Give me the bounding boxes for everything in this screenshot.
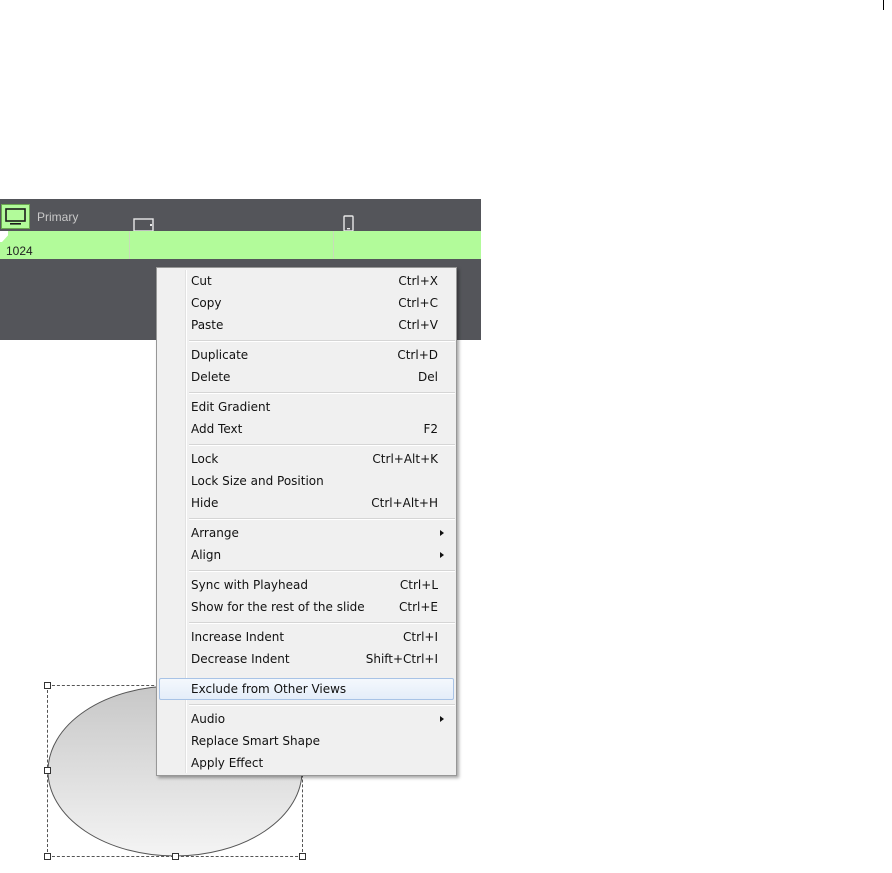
menu-label: Lock Size and Position <box>191 474 324 488</box>
menu-shortcut: Ctrl+C <box>398 296 438 310</box>
menu-label: Replace Smart Shape <box>191 734 320 748</box>
menu-item-paste[interactable]: Paste Ctrl+V <box>159 314 454 336</box>
ruler-divider <box>333 231 334 259</box>
menu-separator <box>189 570 455 572</box>
menu-item-lock[interactable]: Lock Ctrl+Alt+K <box>159 448 454 470</box>
menu-item-replace-smart-shape[interactable]: Replace Smart Shape <box>159 730 454 752</box>
menu-item-copy[interactable]: Copy Ctrl+C <box>159 292 454 314</box>
menu-shortcut: Ctrl+X <box>398 274 438 288</box>
menu-label: Arrange <box>191 526 239 540</box>
menu-separator <box>189 444 455 446</box>
menu-label: Audio <box>191 712 226 726</box>
menu-shortcut: Del <box>418 370 438 384</box>
menu-item-hide[interactable]: Hide Ctrl+Alt+H <box>159 492 454 514</box>
menu-label: Hide <box>191 496 219 510</box>
menu-item-exclude-other-views[interactable]: Exclude from Other Views <box>159 678 454 700</box>
menu-label: Align <box>191 548 222 562</box>
menu-separator <box>189 518 455 520</box>
menu-shortcut: Ctrl+I <box>403 630 438 644</box>
menu-separator <box>189 392 455 394</box>
menu-item-delete[interactable]: Delete Del <box>159 366 454 388</box>
menu-label: Lock <box>191 452 219 466</box>
resize-handle-top-left[interactable] <box>44 682 51 689</box>
resize-handle-bottom[interactable] <box>172 853 179 860</box>
desktop-icon <box>5 208 26 225</box>
menu-shortcut: Ctrl+D <box>397 348 438 362</box>
submenu-arrow-icon <box>440 530 444 536</box>
menu-shortcut: Shift+Ctrl+I <box>365 652 438 666</box>
menu-label: Cut <box>191 274 212 288</box>
window-edge-mark <box>883 0 884 10</box>
menu-label: Add Text <box>191 422 243 436</box>
menu-item-lock-size-position[interactable]: Lock Size and Position <box>159 470 454 492</box>
breakpoint-ruler[interactable]: 1024 <box>0 231 481 259</box>
menu-item-sync-playhead[interactable]: Sync with Playhead Ctrl+L <box>159 574 454 596</box>
menu-label: Delete <box>191 370 231 384</box>
breakpoint-width-label: 1024 <box>6 244 33 258</box>
menu-item-decrease-indent[interactable]: Decrease Indent Shift+Ctrl+I <box>159 648 454 670</box>
menu-item-align[interactable]: Align <box>159 544 454 566</box>
submenu-arrow-icon <box>440 716 444 722</box>
menu-item-cut[interactable]: Cut Ctrl+X <box>159 270 454 292</box>
resize-handle-left[interactable] <box>44 767 51 774</box>
menu-label: Edit Gradient <box>191 400 271 414</box>
menu-label: Decrease Indent <box>191 652 290 666</box>
menu-separator <box>189 340 455 342</box>
menu-separator <box>189 704 455 706</box>
menu-shortcut: Ctrl+V <box>398 318 438 332</box>
menu-label: Exclude from Other Views <box>191 682 347 696</box>
menu-label: Apply Effect <box>191 756 264 770</box>
menu-item-add-text[interactable]: Add Text F2 <box>159 418 454 440</box>
menu-label: Duplicate <box>191 348 249 362</box>
menu-label: Increase Indent <box>191 630 285 644</box>
menu-shortcut: Ctrl+L <box>399 578 438 592</box>
desktop-view-button[interactable] <box>1 204 30 229</box>
resize-handle-bottom-left[interactable] <box>44 853 51 860</box>
menu-item-arrange[interactable]: Arrange <box>159 522 454 544</box>
menu-item-edit-gradient[interactable]: Edit Gradient <box>159 396 454 418</box>
context-menu: Cut Ctrl+X Copy Ctrl+C Paste Ctrl+V Dupl… <box>156 267 457 776</box>
menu-label: Show for the rest of the slide <box>191 600 365 614</box>
menu-item-apply-effect[interactable]: Apply Effect <box>159 752 454 774</box>
menu-label: Paste <box>191 318 224 332</box>
menu-separator <box>189 622 455 624</box>
menu-shortcut: Ctrl+E <box>399 600 438 614</box>
submenu-arrow-icon <box>440 552 444 558</box>
menu-shortcut: F2 <box>423 422 438 436</box>
menu-shortcut: Ctrl+Alt+K <box>372 452 438 466</box>
menu-item-show-rest[interactable]: Show for the rest of the slide Ctrl+E <box>159 596 454 618</box>
ruler-divider <box>129 231 130 259</box>
primary-view-label: Primary <box>37 210 79 224</box>
menu-label: Copy <box>191 296 222 310</box>
tablet-icon <box>133 218 154 232</box>
resize-handle-bottom-right[interactable] <box>299 853 306 860</box>
view-bar: Primary <box>0 199 481 232</box>
menu-shortcut: Ctrl+Alt+H <box>371 496 438 510</box>
menu-item-audio[interactable]: Audio <box>159 708 454 730</box>
menu-label: Sync with Playhead <box>191 578 308 592</box>
phone-icon <box>343 214 354 232</box>
menu-item-increase-indent[interactable]: Increase Indent Ctrl+I <box>159 626 454 648</box>
menu-item-duplicate[interactable]: Duplicate Ctrl+D <box>159 344 454 366</box>
